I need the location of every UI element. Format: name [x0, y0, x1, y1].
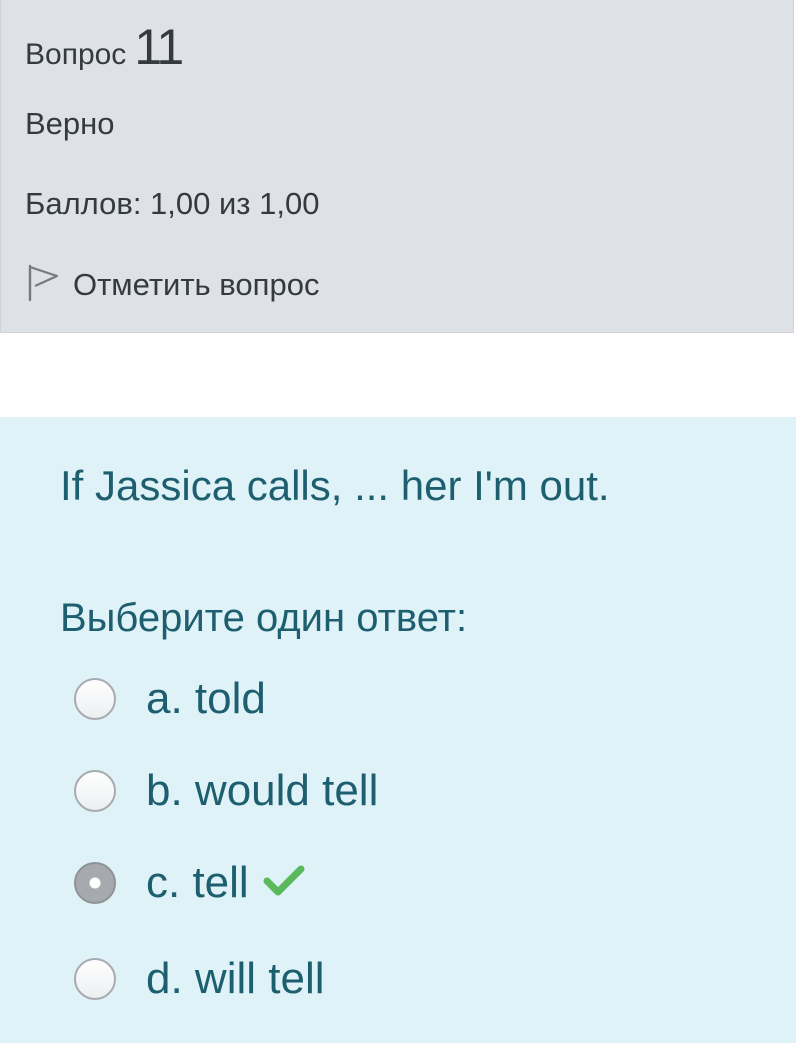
option-label: a. told [146, 674, 266, 723]
flag-question-link[interactable]: Отметить вопрос [27, 262, 319, 307]
radio-button[interactable] [74, 770, 116, 812]
radio-button[interactable] [74, 678, 116, 720]
answer-prompt: Выберите один ответ: [60, 596, 468, 640]
answer-option-d[interactable]: d. will tell [74, 954, 325, 1004]
option-label: b. would tell [146, 766, 379, 815]
question-number: 11 [134, 19, 184, 75]
flag-icon [27, 262, 61, 307]
answer-option-a[interactable]: a. told [74, 674, 266, 724]
question-text: If Jassica calls, ... her I'm out. [60, 462, 610, 509]
question-label: Вопрос [25, 38, 127, 71]
option-label: d. will tell [146, 954, 325, 1003]
option-label: c. tell [146, 858, 249, 907]
flag-label: Отметить вопрос [73, 266, 320, 302]
radio-button[interactable] [74, 958, 116, 1000]
question-grade: Баллов: 1,00 из 1,00 [25, 186, 320, 221]
question-info-panel: Вопрос 11 Верно Баллов: 1,00 из 1,00 Отме… [0, 0, 794, 333]
question-content-panel [0, 417, 796, 1043]
answer-option-b[interactable]: b. would tell [74, 766, 378, 816]
radio-button-selected[interactable] [74, 862, 116, 904]
check-icon [249, 864, 305, 903]
question-title: Вопрос 11 [25, 18, 184, 76]
question-state: Верно [25, 106, 115, 141]
answer-option-c[interactable]: c. tell [74, 858, 305, 908]
